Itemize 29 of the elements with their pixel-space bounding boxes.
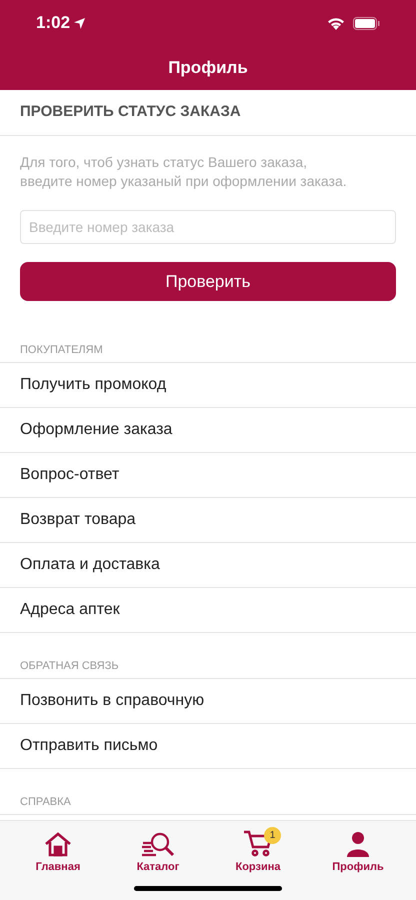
- cart-icon: [243, 829, 273, 857]
- wifi-icon: [327, 16, 345, 30]
- menu-item[interactable]: Получить промокод: [0, 363, 416, 408]
- tab-bar-item[interactable]: Каталог: [118, 827, 198, 876]
- tab-bar-item[interactable]: Корзина 1: [218, 827, 298, 876]
- section-heading: ОБРАТНАЯ СВЯЗЬ: [20, 659, 119, 674]
- search-icon: [141, 831, 175, 857]
- menu-item[interactable]: Позвонить в справочную: [0, 679, 416, 724]
- menu-item[interactable]: Оформление заказа: [0, 408, 416, 453]
- status-time: 1:02: [36, 12, 70, 34]
- menu-item[interactable]: Оплата и доставка: [0, 543, 416, 588]
- location-arrow-icon: [74, 18, 86, 28]
- menu-item[interactable]: Адреса аптек: [0, 588, 416, 633]
- section-heading: СПРАВКА: [20, 795, 71, 810]
- cart-badge: 1: [264, 827, 281, 844]
- person-icon: [346, 831, 370, 857]
- house-icon: [44, 831, 72, 857]
- section-title: ПРОВЕРИТЬ СТАТУС ЗАКАЗА: [20, 102, 241, 122]
- menu-item[interactable]: Вопрос-ответ: [0, 453, 416, 498]
- section-heading: ПОКУПАТЕЛЯМ: [20, 343, 103, 358]
- menu-item[interactable]: Отправить письмо: [0, 724, 416, 769]
- check-button[interactable]: Проверить: [20, 262, 396, 301]
- menu-item[interactable]: Возврат товара: [0, 498, 416, 543]
- tab-bar-item[interactable]: Главная: [18, 827, 98, 876]
- battery-icon: [353, 16, 380, 30]
- order-number-field[interactable]: Введите номер заказа: [20, 210, 396, 244]
- description-text: Для того, чтоб узнать статус Вашего заказа, введите номер указаный при оформлении заказа.: [20, 153, 348, 191]
- header-title: Профиль: [168, 57, 248, 80]
- tab-bar-item[interactable]: Профиль: [318, 827, 398, 876]
